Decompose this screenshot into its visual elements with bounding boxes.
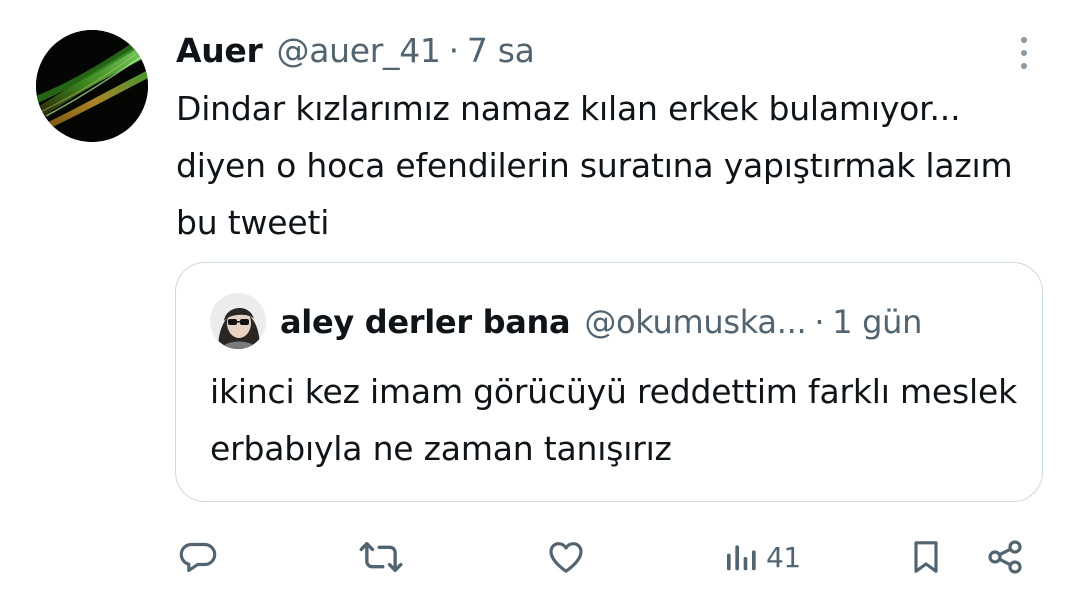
reply-icon xyxy=(178,537,218,577)
bookmark-button[interactable] xyxy=(906,534,946,580)
quoted-author-display-name: aley derler bana xyxy=(280,303,571,341)
quoted-tweet-header: aley derler bana @okumuska... · 1 gün xyxy=(280,295,922,349)
author-display-name[interactable]: Auer xyxy=(176,31,263,70)
retweet-icon xyxy=(358,537,404,577)
views-button[interactable]: 41 xyxy=(722,534,801,580)
share-button[interactable] xyxy=(984,534,1026,580)
quoted-tweet[interactable]: aley derler bana @okumuska... · 1 gün ik… xyxy=(175,262,1043,502)
author-handle[interactable]: @auer_41 xyxy=(277,31,441,70)
like-button[interactable] xyxy=(546,534,586,580)
heart-icon xyxy=(546,537,586,577)
quoted-author-handle: @okumuska... xyxy=(584,303,807,341)
tweet-timestamp[interactable]: 7 sa xyxy=(467,31,535,70)
quoted-header-separator: · xyxy=(814,303,825,341)
bookmark-icon xyxy=(906,537,946,577)
retweet-button[interactable] xyxy=(358,534,404,580)
views-count: 41 xyxy=(766,540,801,574)
tweet-text: Dindar kızlarımız namaz kılan erkek bula… xyxy=(176,89,1013,242)
header-separator: · xyxy=(448,30,460,70)
tweet-header: Auer @auer_41 · 7 sa xyxy=(176,22,535,78)
quoted-author-avatar xyxy=(210,293,266,349)
quoted-tweet-timestamp: 1 gün xyxy=(832,303,923,341)
share-icon xyxy=(984,537,1026,577)
quoted-tweet-text: ikinci kez imam görücüyü reddettim farkl… xyxy=(210,372,1017,468)
views-bar-chart-icon xyxy=(722,537,762,577)
reply-button[interactable] xyxy=(178,534,218,580)
author-avatar[interactable] xyxy=(36,30,148,142)
more-options-icon[interactable] xyxy=(1006,28,1042,78)
